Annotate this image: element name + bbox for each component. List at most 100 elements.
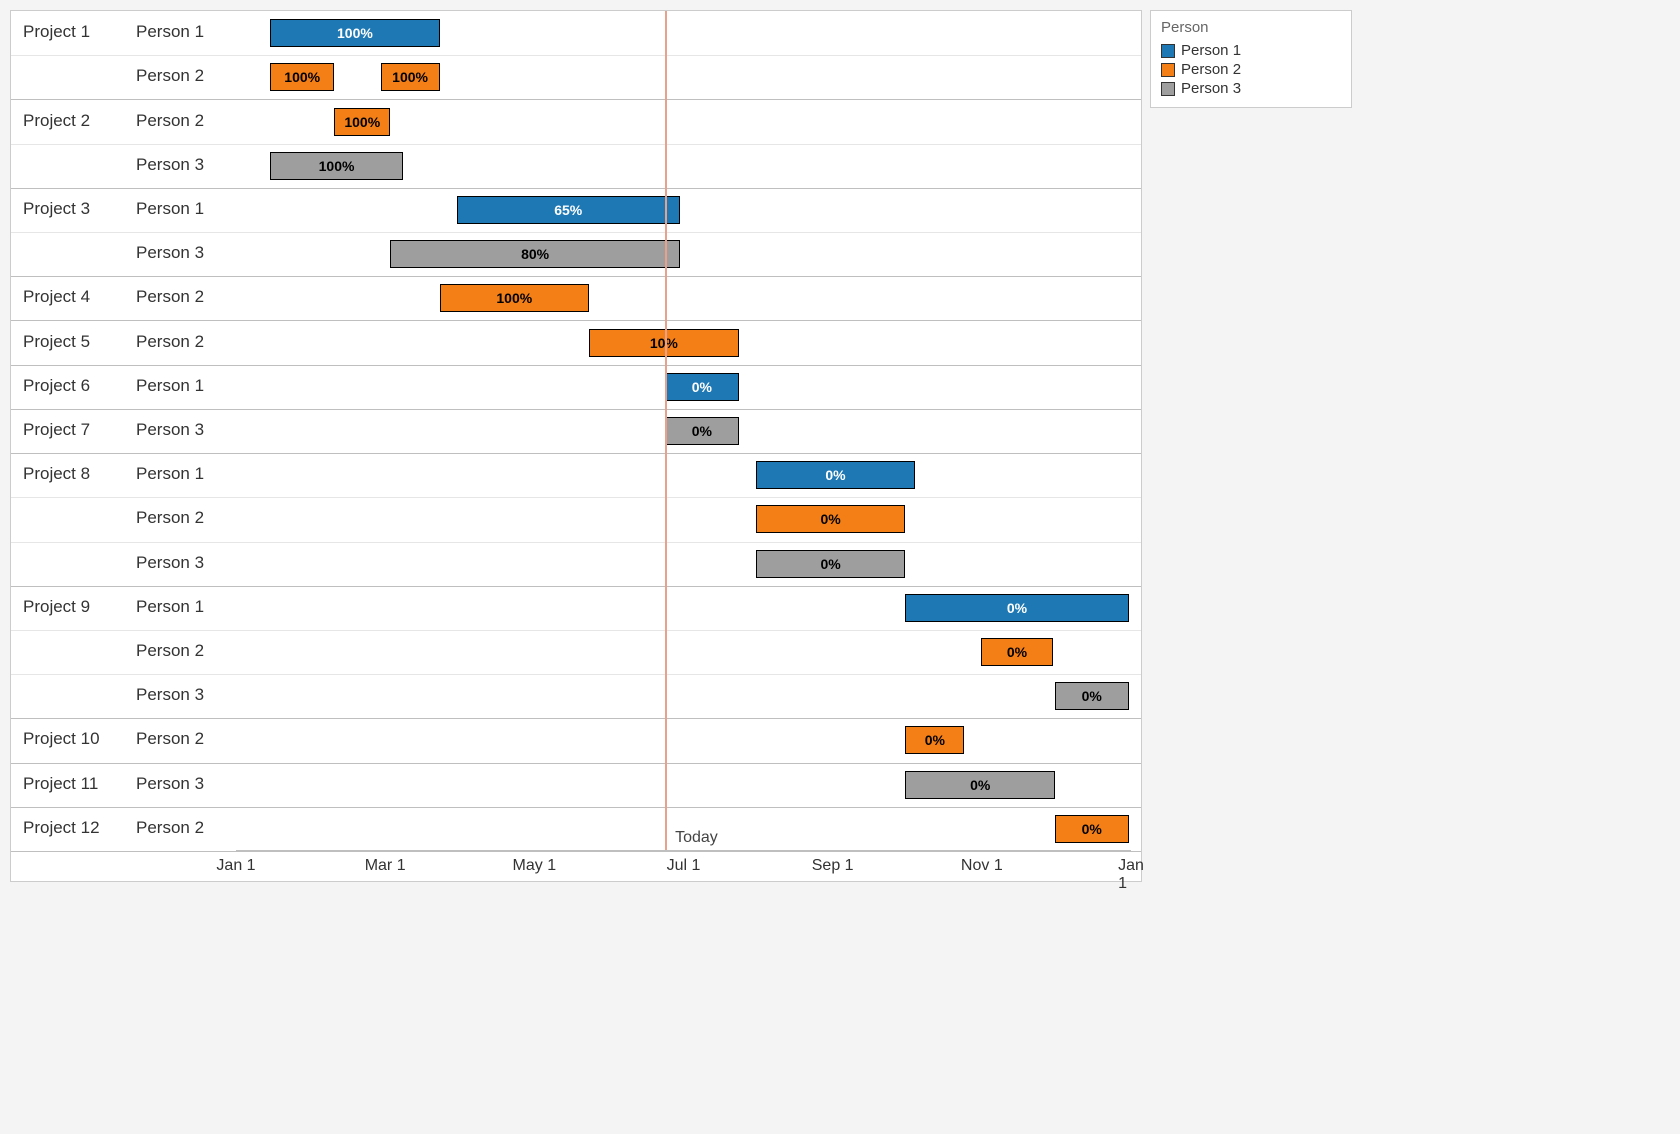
gantt-bar[interactable]: 0%: [756, 461, 915, 489]
plot-area: 100%: [236, 276, 1131, 320]
legend-item-label: Person 1: [1181, 42, 1241, 59]
gantt-row: Person 2 0%: [11, 630, 1141, 675]
gantt-bar[interactable]: 0%: [665, 373, 739, 401]
plot-area: 65%: [236, 188, 1131, 232]
gantt-bar[interactable]: 0%: [905, 594, 1128, 622]
x-axis-tick: Jul 1: [667, 857, 701, 875]
gantt-bar[interactable]: 0%: [665, 417, 739, 445]
x-axis-tick: May 1: [513, 857, 557, 875]
gantt-bar[interactable]: 0%: [756, 505, 906, 533]
person-label: Person 1: [136, 22, 204, 42]
person-label: Person 2: [136, 508, 204, 528]
gantt-bar[interactable]: 100%: [440, 284, 590, 312]
gantt-row: Person 3 0%: [11, 674, 1141, 719]
project-label: Project 5: [23, 332, 90, 352]
project-label: Project 12: [23, 818, 100, 838]
legend: Person Person 1 Person 2 Person 3: [1150, 10, 1352, 108]
person-label: Person 2: [136, 66, 204, 86]
gantt-row: Project 9 Person 1 0%: [11, 586, 1141, 631]
stage: Project 1Person 1100%Person 2100%100%Pro…: [0, 0, 1680, 1134]
person-label: Person 3: [136, 420, 204, 440]
person-label: Person 1: [136, 597, 204, 617]
gantt-row: Project 3 Person 1 65%: [11, 188, 1141, 233]
gantt-row: Project 10Person 20%: [11, 718, 1141, 763]
gantt-bar[interactable]: 0%: [905, 771, 1055, 799]
x-axis-tick: Mar 1: [365, 857, 406, 875]
person-label: Person 3: [136, 155, 204, 175]
project-label: Project 8: [23, 464, 90, 484]
today-label: Today: [669, 829, 718, 847]
legend-item-label: Person 2: [1181, 61, 1241, 78]
gantt-bar[interactable]: 0%: [1055, 815, 1129, 843]
plot-area: 100%: [236, 99, 1131, 143]
gantt-bar[interactable]: 0%: [905, 726, 964, 754]
project-label: Project 1: [23, 22, 90, 42]
gantt-row: Project 6Person 10%: [11, 365, 1141, 410]
person-label: Person 1: [136, 199, 204, 219]
project-label: Project 7: [23, 420, 90, 440]
plot-area: 100%: [236, 11, 1131, 55]
gantt-row: Person 2 100% 100%: [11, 55, 1141, 100]
gantt-bar[interactable]: 100%: [270, 152, 402, 180]
project-label: Project 4: [23, 287, 90, 307]
person-label: Person 2: [136, 818, 204, 838]
project-label: Project 3: [23, 199, 90, 219]
person-label: Person 3: [136, 774, 204, 794]
legend-item: Person 1: [1161, 42, 1341, 59]
legend-item: Person 3: [1161, 80, 1341, 97]
x-axis-tick: Jan 1: [216, 857, 255, 875]
gantt-row: Project 7 Person 3 0%: [11, 409, 1141, 454]
plot-area: 100% 100%: [236, 55, 1131, 99]
person-label: Person 3: [136, 553, 204, 573]
gantt-bar[interactable]: 0%: [1055, 682, 1129, 710]
plot-area: 0%: [236, 718, 1131, 762]
plot-area: 0%: [236, 497, 1131, 541]
gantt-row: Project 8 Person 1 0%: [11, 453, 1141, 498]
project-label: Project 11: [23, 774, 98, 794]
gantt-row: Project 4 Person 2 100%: [11, 276, 1141, 321]
plot-area: 80%: [236, 232, 1131, 276]
gantt-row: Project 12 Person 2 0%: [11, 807, 1141, 852]
person-label: Person 3: [136, 243, 204, 263]
project-label: Project 2: [23, 111, 90, 131]
person-label: Person 2: [136, 641, 204, 661]
person-label: Person 2: [136, 287, 204, 307]
plot-area: 0%: [236, 453, 1131, 497]
person-label: Person 1: [136, 464, 204, 484]
legend-swatch-icon: [1161, 44, 1175, 58]
person-label: Person 3: [136, 685, 204, 705]
plot-area: 0%: [236, 674, 1131, 718]
project-label: Project 10: [23, 729, 100, 749]
plot-area: 0%: [236, 630, 1131, 674]
gantt-bar[interactable]: 10%: [589, 329, 739, 357]
plot-area: 100%: [236, 144, 1131, 188]
gantt-row: Project 1 Person 1 100%: [11, 11, 1141, 56]
gantt-bar[interactable]: 0%: [981, 638, 1052, 666]
plot-area: 0%: [236, 763, 1131, 807]
x-axis: Jan 1Mar 1May 1Jul 1Sep 1Nov 1Jan 1: [236, 850, 1131, 881]
gantt-bar[interactable]: 80%: [390, 240, 679, 268]
plot-area: 0%: [236, 365, 1131, 409]
legend-item: Person 2: [1161, 61, 1341, 78]
today-reference-line: [665, 11, 667, 851]
project-label: Project 9: [23, 597, 90, 617]
plot-area: 10%: [236, 320, 1131, 364]
gantt-row: Person 3 100%: [11, 144, 1141, 189]
gantt-row: Project 2Person 2100%: [11, 99, 1141, 144]
project-label: Project 6: [23, 376, 90, 396]
gantt-row: Person 3 80%: [11, 232, 1141, 277]
legend-swatch-icon: [1161, 82, 1175, 96]
gantt-bar[interactable]: 100%: [381, 63, 440, 91]
legend-title: Person: [1161, 19, 1341, 36]
gantt-row: Person 2 0%: [11, 497, 1141, 542]
gantt-bar[interactable]: 100%: [270, 63, 334, 91]
plot-area: 0%: [236, 542, 1131, 586]
plot-area: 0%: [236, 409, 1131, 453]
gantt-bar[interactable]: 0%: [756, 550, 906, 578]
gantt-bar[interactable]: 100%: [334, 108, 390, 136]
x-axis-tick: Jan 1: [1118, 857, 1144, 893]
gantt-row: Project 5Person 210%: [11, 320, 1141, 365]
gantt-bar[interactable]: 100%: [270, 19, 439, 47]
gantt-bar[interactable]: 65%: [457, 196, 680, 224]
x-axis-tick: Nov 1: [961, 857, 1003, 875]
